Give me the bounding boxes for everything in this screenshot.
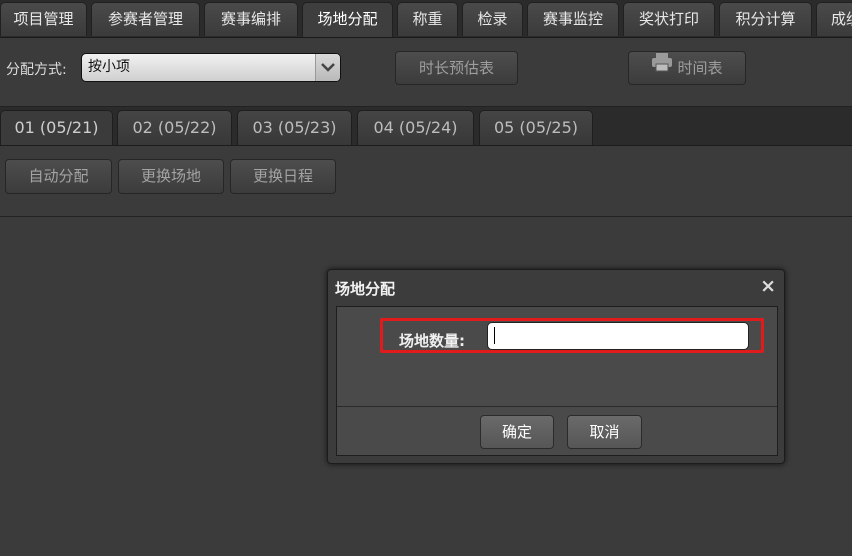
- tab-event-scheduling[interactable]: 赛事编排: [204, 2, 298, 36]
- date-tab-04[interactable]: 04 (05/24): [357, 110, 474, 145]
- venue-count-label: 场地数量:: [399, 332, 465, 350]
- tab-points-calculation[interactable]: 积分计算: [719, 2, 812, 36]
- venue-count-input[interactable]: [487, 322, 749, 350]
- dialog-title: 场地分配: [335, 280, 396, 298]
- cancel-button[interactable]: 取消: [567, 415, 642, 449]
- date-tab-05[interactable]: 05 (05/25): [479, 110, 593, 145]
- date-tab-03[interactable]: 03 (05/23): [237, 110, 352, 145]
- action-toolbar: 自动分配 更换场地 更换日程: [0, 146, 852, 217]
- tab-participant-management[interactable]: 参赛者管理: [91, 2, 200, 36]
- tab-check-in[interactable]: 检录: [462, 2, 523, 36]
- tab-venue-allocation[interactable]: 场地分配: [302, 2, 393, 37]
- duration-estimate-button[interactable]: 时长预估表: [395, 51, 518, 85]
- tab-event-monitoring[interactable]: 赛事监控: [527, 2, 619, 36]
- tab-results[interactable]: 成绩: [816, 2, 852, 36]
- date-tab-bar: 01 (05/21) 02 (05/22) 03 (05/23) 04 (05/…: [0, 107, 852, 146]
- allocation-method-select[interactable]: 按小项: [81, 53, 341, 82]
- chevron-down-icon[interactable]: [315, 54, 340, 81]
- text-caret: [494, 327, 495, 344]
- allocation-method-value: 按小项: [88, 59, 130, 75]
- allocation-method-label: 分配方式:: [6, 62, 67, 78]
- dialog-footer-divider: [337, 406, 777, 407]
- schedule-button-label: 时间表: [677, 59, 723, 77]
- auto-allocate-button[interactable]: 自动分配: [5, 159, 112, 194]
- printer-icon: [651, 51, 673, 83]
- allocation-toolbar: 分配方式: 按小项 时长预估表 时间表: [0, 38, 852, 107]
- confirm-button[interactable]: 确定: [480, 415, 554, 449]
- schedule-button[interactable]: 时间表: [628, 51, 746, 85]
- date-tab-02[interactable]: 02 (05/22): [117, 110, 232, 145]
- tab-weigh-in[interactable]: 称重: [397, 2, 458, 36]
- change-schedule-button[interactable]: 更换日程: [230, 159, 336, 194]
- venue-allocation-dialog: 场地分配 × 场地数量: 确定 取消: [327, 269, 785, 464]
- close-icon[interactable]: ×: [760, 275, 776, 297]
- tab-certificate-printing[interactable]: 奖状打印: [623, 2, 715, 36]
- change-venue-button[interactable]: 更换场地: [118, 159, 224, 194]
- tab-project-management[interactable]: 项目管理: [0, 2, 87, 36]
- date-tab-01[interactable]: 01 (05/21): [0, 110, 113, 145]
- dialog-body: 场地数量: 确定 取消: [336, 306, 778, 456]
- main-tab-bar: 项目管理 参赛者管理 赛事编排 场地分配 称重 检录 赛事监控 奖状打印 积分计…: [0, 0, 852, 38]
